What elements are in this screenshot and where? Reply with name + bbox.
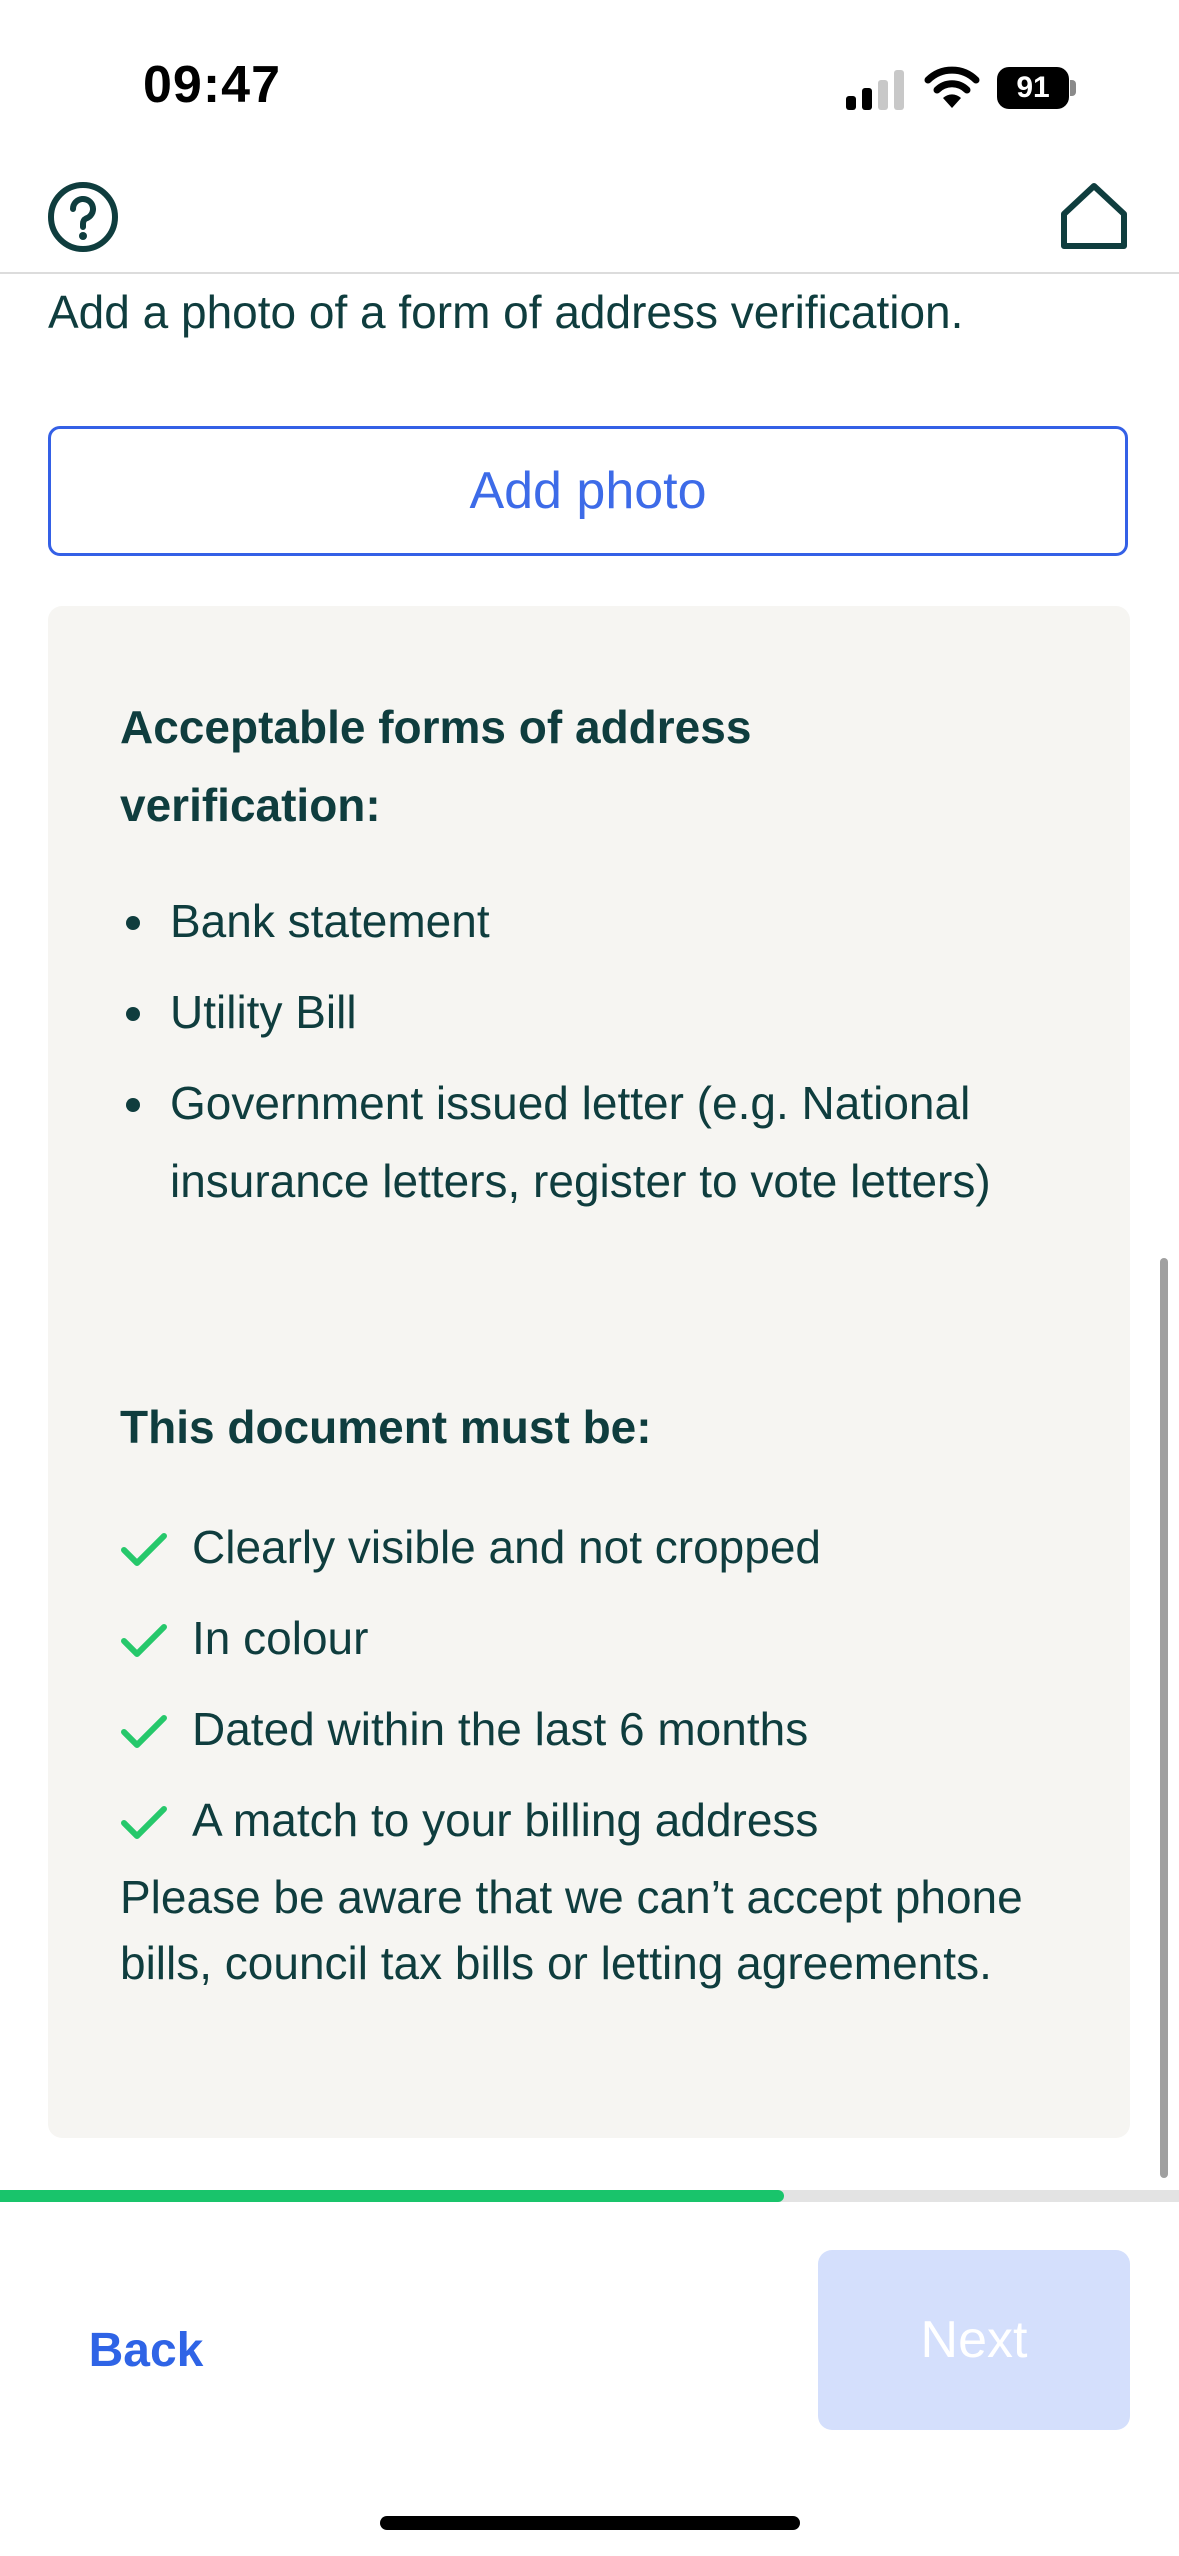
- bullet-dot: [126, 916, 140, 930]
- acceptable-forms-heading-line1: Acceptable forms of address: [120, 701, 752, 753]
- bullet-dot: [126, 1007, 140, 1021]
- exclusions-note: Please be aware that we can’t accept pho…: [120, 1871, 1023, 1989]
- requirements-heading: This document must be:: [120, 1401, 652, 1453]
- app-header: [0, 160, 1179, 274]
- battery-icon: 91: [997, 67, 1077, 109]
- wifi-icon: [924, 66, 980, 108]
- status-bar: 09:47 91: [0, 0, 1179, 160]
- next-button[interactable]: Next: [818, 2250, 1130, 2430]
- home-indicator: [380, 2516, 800, 2530]
- back-button[interactable]: Back: [66, 2300, 226, 2400]
- check-icon: [121, 1806, 167, 1839]
- list-item: Utility Bill: [120, 973, 1080, 1051]
- scrollbar-thumb[interactable]: [1160, 1258, 1168, 2178]
- progress-bar-fill: [0, 2190, 785, 2202]
- acceptable-forms-heading-line2: verification:: [120, 779, 381, 831]
- battery-cap: [1070, 80, 1076, 96]
- home-icon[interactable]: [1056, 178, 1132, 254]
- list-item-label: Utility Bill: [170, 986, 357, 1038]
- list-item: Bank statement: [120, 882, 1080, 960]
- list-item: Government issued letter (e.g. National …: [120, 1064, 1080, 1220]
- requirement-label: In colour: [192, 1612, 369, 1664]
- requirement-item: In colour: [120, 1599, 1080, 1690]
- list-item-label: Government issued letter (e.g. National …: [170, 1077, 991, 1207]
- requirement-label: A match to your billing address: [192, 1794, 819, 1846]
- check-icon: [121, 1715, 167, 1748]
- status-time: 09:47: [143, 56, 281, 114]
- requirement-label: Dated within the last 6 months: [192, 1703, 809, 1755]
- acceptable-forms-heading: Acceptable forms of address verification…: [120, 688, 751, 844]
- requirement-item: Dated within the last 6 months: [120, 1690, 1080, 1781]
- intro-text: Add a photo of a form of address verific…: [48, 286, 964, 338]
- requirement-label: Clearly visible and not cropped: [192, 1521, 822, 1573]
- requirement-item: Clearly visible and not cropped: [120, 1508, 1080, 1599]
- requirements-list: Clearly visible and not cropped In colou…: [120, 1508, 1080, 1872]
- check-icon: [121, 1533, 167, 1566]
- requirement-item: A match to your billing address: [120, 1781, 1080, 1872]
- bullet-dot: [126, 1098, 140, 1112]
- acceptable-forms-list: Bank statement Utility Bill Government i…: [120, 882, 1080, 1233]
- add-photo-button[interactable]: Add photo: [48, 426, 1128, 556]
- check-icon: [121, 1624, 167, 1657]
- progress-bar: [0, 2190, 1179, 2202]
- help-circle-icon[interactable]: [46, 180, 120, 254]
- battery-level: 91: [997, 67, 1069, 109]
- list-item-label: Bank statement: [170, 895, 490, 947]
- info-card: Acceptable forms of address verification…: [48, 606, 1130, 2138]
- cellular-signal-icon: [846, 70, 904, 110]
